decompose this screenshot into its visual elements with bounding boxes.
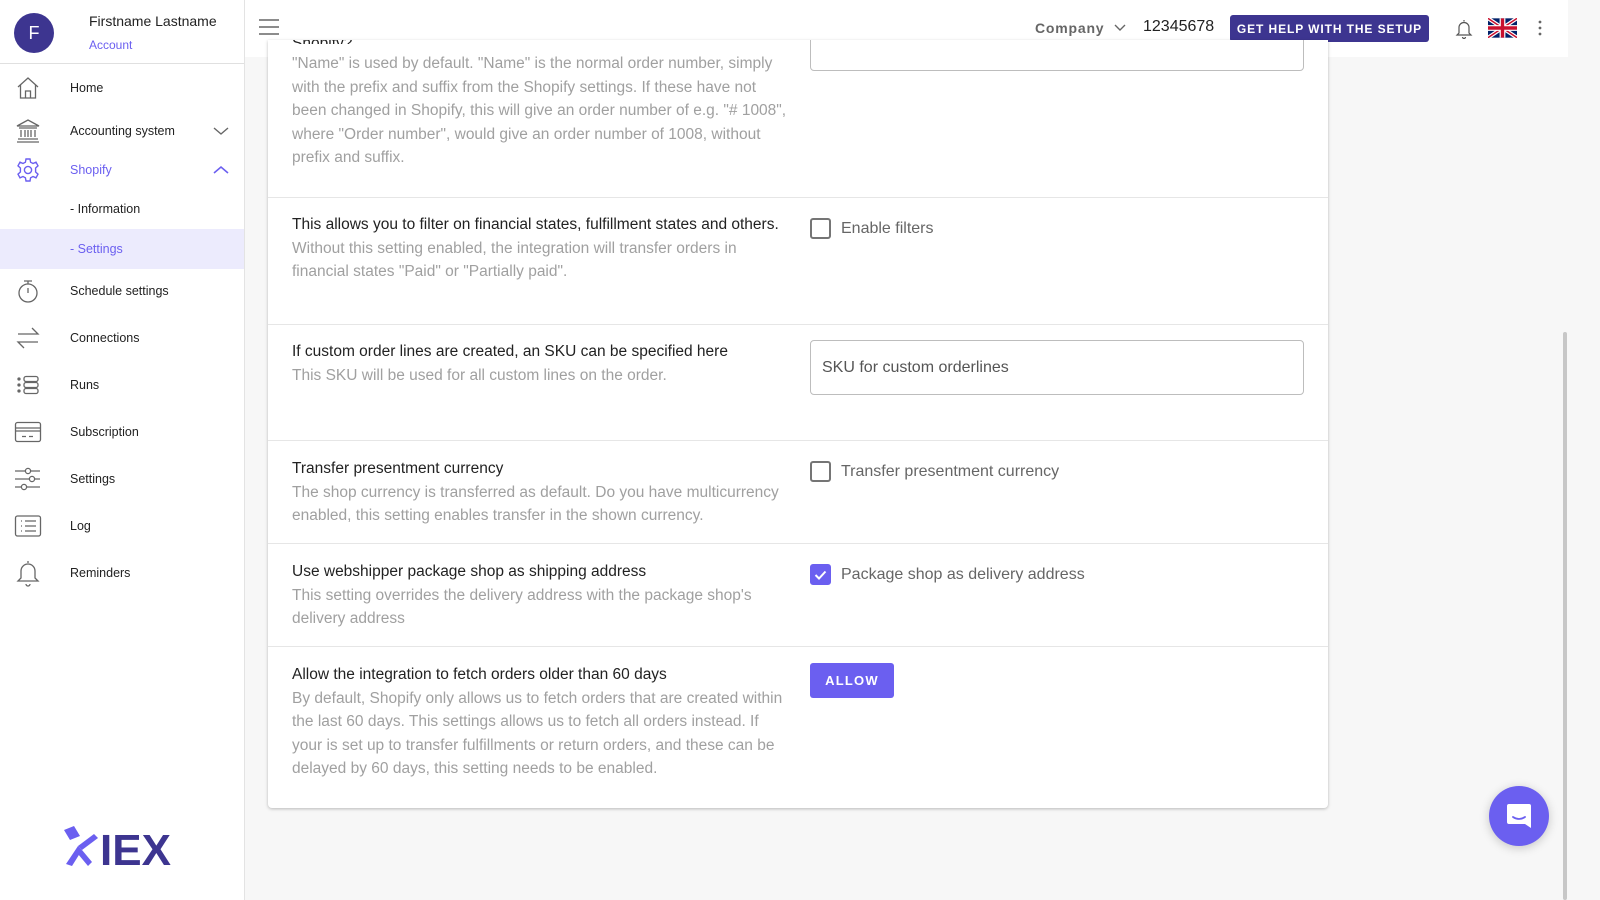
chevron-up-icon[interactable]	[212, 161, 230, 179]
sidebar-item-label: Home	[70, 81, 104, 95]
notifications-bell-icon[interactable]	[1455, 19, 1473, 40]
sidebar-subitem-information[interactable]: - Information	[0, 189, 244, 229]
credit-card-icon	[14, 418, 42, 446]
setting-title: Transfer presentment currency	[292, 460, 504, 477]
sidebar-item-connections[interactable]: Connections	[0, 318, 244, 358]
shopify-settings-card: Shopify? "Name" is used by default. "Nam…	[268, 40, 1328, 808]
setting-title: Use webshipper package shop as shipping …	[292, 563, 647, 580]
sliders-icon	[14, 465, 42, 493]
account-link[interactable]: Account	[89, 38, 132, 52]
package-shop-delivery-checkbox[interactable]: Package shop as delivery address	[810, 564, 1304, 585]
company-label: Company	[1035, 20, 1105, 36]
sidebar-item-accounting-system[interactable]: Accounting system	[0, 111, 244, 151]
sidebar-item-label: Log	[70, 519, 91, 533]
sidebar-item-schedule-settings[interactable]: Schedule settings	[0, 271, 244, 311]
sidebar-item-label: Reminders	[70, 566, 131, 580]
setting-row-order-number: Shopify? "Name" is used by default. "Nam…	[268, 40, 1328, 198]
setting-row-presentment-currency: Transfer presentment currency The shop c…	[268, 441, 1328, 544]
sidebar-item-log[interactable]: Log	[0, 506, 244, 546]
company-number: 12345678	[1143, 18, 1215, 35]
sidebar-item-label: - Information	[70, 202, 141, 216]
iex-logo: IEX	[58, 824, 188, 875]
setting-title: If custom order lines are created, an SK…	[292, 343, 728, 360]
chevron-down-icon[interactable]	[212, 122, 230, 140]
logo-text: IEX	[100, 826, 171, 870]
checkbox-box[interactable]	[810, 218, 831, 239]
sidebar-item-shopify[interactable]: Shopify	[0, 150, 244, 190]
sidebar-item-home[interactable]: Home	[0, 68, 244, 108]
chevron-down-icon	[1114, 24, 1126, 31]
sidebar: F Firstname Lastname Account Home Accoun…	[0, 0, 245, 900]
sidebar-item-runs[interactable]: Runs	[0, 365, 244, 405]
setting-description: This SKU will be used for all custom lin…	[292, 366, 667, 384]
sidebar-item-subscription[interactable]: Subscription	[0, 412, 244, 452]
setting-title: Shopify?	[292, 40, 792, 44]
transfer-presentment-currency-checkbox[interactable]: Transfer presentment currency	[810, 461, 1304, 482]
enable-filters-checkbox[interactable]: Enable filters	[810, 218, 1304, 239]
uk-flag-icon[interactable]	[1486, 16, 1519, 40]
setting-description: The shop currency is transferred as defa…	[292, 483, 779, 525]
chat-launcher-button[interactable]	[1489, 786, 1549, 846]
setting-row-fetch-old-orders: Allow the integration to fetch orders ol…	[268, 647, 1328, 808]
sidebar-item-settings[interactable]: Settings	[0, 459, 244, 499]
chat-icon	[1507, 804, 1531, 828]
setting-description: By default, Shopify only allows us to fe…	[292, 689, 783, 778]
setting-row-enable-filters: This allows you to filter on financial s…	[268, 198, 1328, 325]
page-scrollbar[interactable]	[1563, 332, 1567, 900]
log-list-icon	[14, 512, 42, 540]
sidebar-item-label: Connections	[70, 331, 140, 345]
sidebar-item-reminders[interactable]: Reminders	[0, 553, 244, 593]
setting-description: Without this setting enabled, the integr…	[292, 239, 737, 281]
checkbox-label: Enable filters	[841, 219, 934, 237]
sidebar-item-label: Shopify	[70, 163, 112, 177]
custom-sku-input[interactable]	[810, 340, 1304, 395]
setting-title: Allow the integration to fetch orders ol…	[292, 666, 667, 683]
sidebar-item-label: Runs	[70, 378, 100, 392]
check-icon	[814, 570, 827, 580]
company-select[interactable]: Company	[1035, 20, 1126, 36]
avatar[interactable]: F	[14, 13, 54, 53]
setting-row-package-shop: Use webshipper package shop as shipping …	[268, 544, 1328, 647]
checkbox-box[interactable]	[810, 461, 831, 482]
sidebar-item-label: Accounting system	[70, 124, 175, 138]
hamburger-icon	[259, 19, 279, 35]
bell-icon	[14, 559, 42, 587]
checkbox-label: Package shop as delivery address	[841, 565, 1085, 583]
logo-mark	[64, 826, 98, 866]
allow-button[interactable]: ALLOW	[810, 663, 894, 698]
checkbox-label: Transfer presentment currency	[841, 462, 1060, 480]
get-help-button[interactable]: GET HELP WITH THE SETUP	[1230, 15, 1429, 42]
sidebar-item-label: Schedule settings	[70, 284, 169, 298]
sidebar-item-label: Subscription	[70, 425, 139, 439]
menu-toggle-button[interactable]	[258, 17, 280, 37]
order-number-select[interactable]	[810, 40, 1304, 71]
sidebar-item-label: Settings	[70, 472, 116, 486]
profile-header[interactable]: F Firstname Lastname Account	[0, 0, 244, 64]
more-options-icon[interactable]	[1535, 18, 1545, 38]
gear-icon	[14, 156, 42, 184]
setting-title: This allows you to filter on financial s…	[292, 216, 779, 233]
setting-row-custom-sku: If custom order lines are created, an SK…	[268, 325, 1328, 441]
sidebar-subitem-settings[interactable]: - Settings	[0, 229, 244, 269]
runs-list-icon	[14, 371, 42, 399]
checkbox-box[interactable]	[810, 564, 831, 585]
sidebar-item-label: - Settings	[70, 242, 123, 256]
setting-description: "Name" is used by default. "Name" is the…	[292, 55, 787, 166]
home-icon	[14, 74, 42, 102]
stopwatch-icon	[14, 277, 42, 305]
right-gutter	[1568, 0, 1600, 900]
profile-name: Firstname Lastname	[89, 13, 217, 29]
swap-arrows-icon	[14, 324, 42, 352]
setting-description: This setting overrides the delivery addr…	[292, 586, 752, 628]
bank-icon	[14, 117, 42, 145]
